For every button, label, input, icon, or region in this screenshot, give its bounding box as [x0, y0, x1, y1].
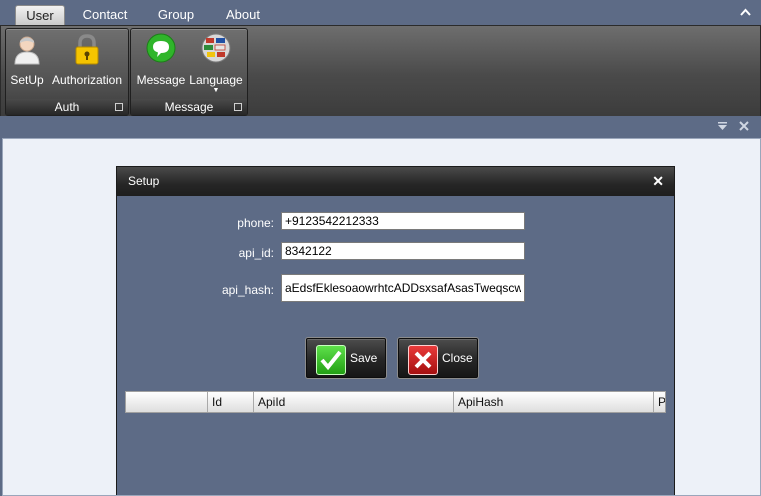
flags-globe-icon [200, 33, 232, 65]
authorization-button[interactable]: Authorization [50, 33, 124, 87]
dropdown-icon[interactable] [717, 120, 731, 134]
phone-label: phone: [237, 216, 274, 230]
chat-bubble-icon [145, 33, 177, 65]
language-button[interactable]: Language ▼ [189, 33, 243, 95]
setup-button[interactable]: SetUp [8, 33, 46, 87]
user-icon [11, 33, 43, 65]
group-caption-message: Message [131, 99, 247, 115]
document-strip [0, 116, 761, 138]
ribbon-group-auth: SetUp Authorization Auth [5, 28, 129, 116]
group-caption-auth: Auth [6, 99, 128, 115]
grid-column-selector[interactable] [126, 392, 208, 412]
dialog-title: Setup [128, 174, 160, 188]
grid-header: Id ApiId ApiHash Ph [125, 391, 666, 413]
dialog-launcher-icon[interactable] [234, 103, 242, 111]
close-icon[interactable] [739, 120, 749, 134]
document-tools [709, 120, 749, 134]
save-button[interactable]: Save [306, 338, 386, 378]
dialog-close-icon[interactable]: ✕ [652, 167, 664, 196]
ribbon-group-message: Message Language ▼ Message [130, 28, 248, 116]
chevron-up-icon[interactable] [740, 7, 751, 19]
tab-group[interactable]: Group [150, 5, 202, 25]
api-id-input[interactable] [281, 242, 525, 260]
grid-column-apihash[interactable]: ApiHash [454, 392, 654, 412]
grid-column-apiid[interactable]: ApiId [254, 392, 454, 412]
tab-contact[interactable]: Contact [77, 5, 133, 25]
lock-icon [71, 33, 103, 65]
setup-dialog: Setup ✕ phone: api_id: api_hash: Save Cl… [116, 166, 675, 495]
chevron-down-icon: ▼ [212, 87, 220, 94]
api-hash-label: api_hash: [221, 283, 274, 297]
api-id-label: api_id: [238, 246, 274, 260]
ribbon-panel: SetUp Authorization Auth Message Languag… [0, 25, 761, 117]
checkmark-icon [316, 345, 346, 375]
dialog-launcher-icon[interactable] [115, 103, 123, 111]
grid-column-phone[interactable]: Ph [654, 392, 665, 412]
dialog-title-bar[interactable]: Setup ✕ [117, 167, 674, 196]
close-button[interactable]: Close [398, 338, 478, 378]
grid-column-id[interactable]: Id [208, 392, 254, 412]
tab-about[interactable]: About [220, 5, 266, 25]
api-hash-input[interactable] [281, 274, 525, 302]
message-button[interactable]: Message [135, 33, 187, 87]
tab-user[interactable]: User [15, 5, 65, 26]
red-x-icon [408, 345, 438, 375]
phone-input[interactable] [281, 212, 525, 230]
ribbon-tab-bar: User Contact Group About [0, 0, 761, 26]
